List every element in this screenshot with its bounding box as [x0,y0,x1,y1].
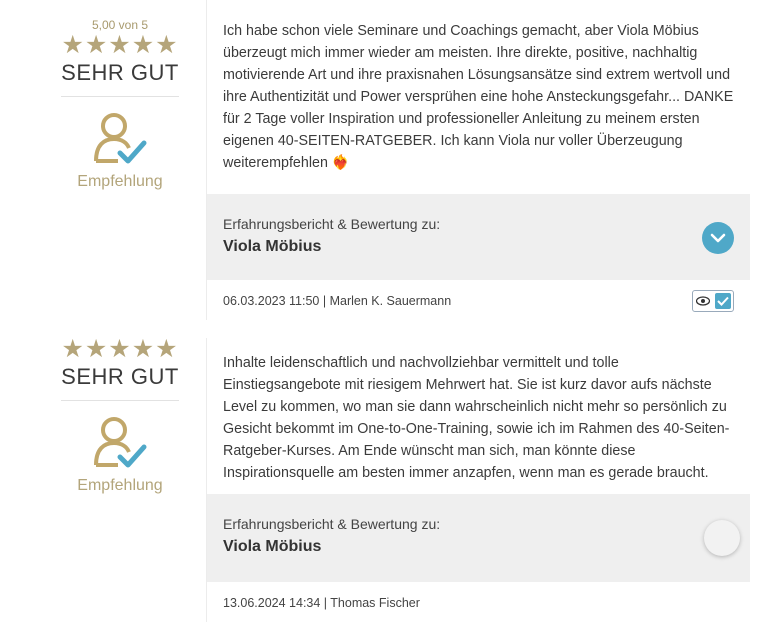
divider [61,96,179,97]
recommendation-label: Empfehlung [77,477,163,494]
expand-toggle-button[interactable] [704,520,740,556]
chevron-down-icon [710,233,726,243]
grade-label: SEHR GUT [61,60,179,85]
review-meta: 13.06.2024 14:34 | Thomas Fischer [207,582,750,622]
star-rating: ★★★★★ [61,31,179,59]
rating-summary: 5,00 von 5 ★★★★★ SEHR GUT Empfehlung [55,18,185,191]
review-subject-panel: Erfahrungsbericht & Bewertung zu: Viola … [207,494,750,582]
review-subject-panel: Erfahrungsbericht & Bewertung zu: Viola … [207,194,750,280]
review-date-author: 13.06.2024 14:34 | Thomas Fischer [223,596,420,610]
divider [61,400,179,401]
recommendation-label: Empfehlung [77,173,163,190]
eye-icon [695,296,710,306]
review-date-author: 06.03.2023 11:50 | Marlen K. Sauermann [223,294,452,308]
review-meta: 06.03.2023 11:50 | Marlen K. Sauermann [207,280,750,320]
review-content: Ich habe schon viele Seminare und Coachi… [206,0,750,320]
grade-label: SEHR GUT [61,364,179,389]
review-subject-name: Viola Möbius [223,538,322,555]
review-content: Inhalte leidenschaftlich und nachvollzie… [206,338,750,622]
review-text: Ich habe schon viele Seminare und Coachi… [207,0,750,194]
review-subject-label: Erfahrungsbericht & Bewertung zu: [223,216,441,232]
recommendation-user-check-icon [94,113,147,164]
verified-badge[interactable] [692,290,734,312]
review-text: Inhalte leidenschaftlich und nachvollzie… [207,338,750,494]
check-icon [714,293,731,309]
expand-toggle-button[interactable] [702,222,734,254]
review-card: ★★★★★ SEHR GUT Empfehlung Inhalte leiden… [0,335,772,643]
review-card: 5,00 von 5 ★★★★★ SEHR GUT Empfehlung Ich… [0,0,772,320]
recommendation-user-check-icon [94,417,147,468]
review-subject-label: Erfahrungsbericht & Bewertung zu: [223,516,441,532]
star-rating: ★★★★★ [61,335,179,363]
score-text: 5,00 von 5 [91,18,149,32]
review-subject-name: Viola Möbius [223,238,322,255]
rating-summary: ★★★★★ SEHR GUT Empfehlung [55,335,185,495]
